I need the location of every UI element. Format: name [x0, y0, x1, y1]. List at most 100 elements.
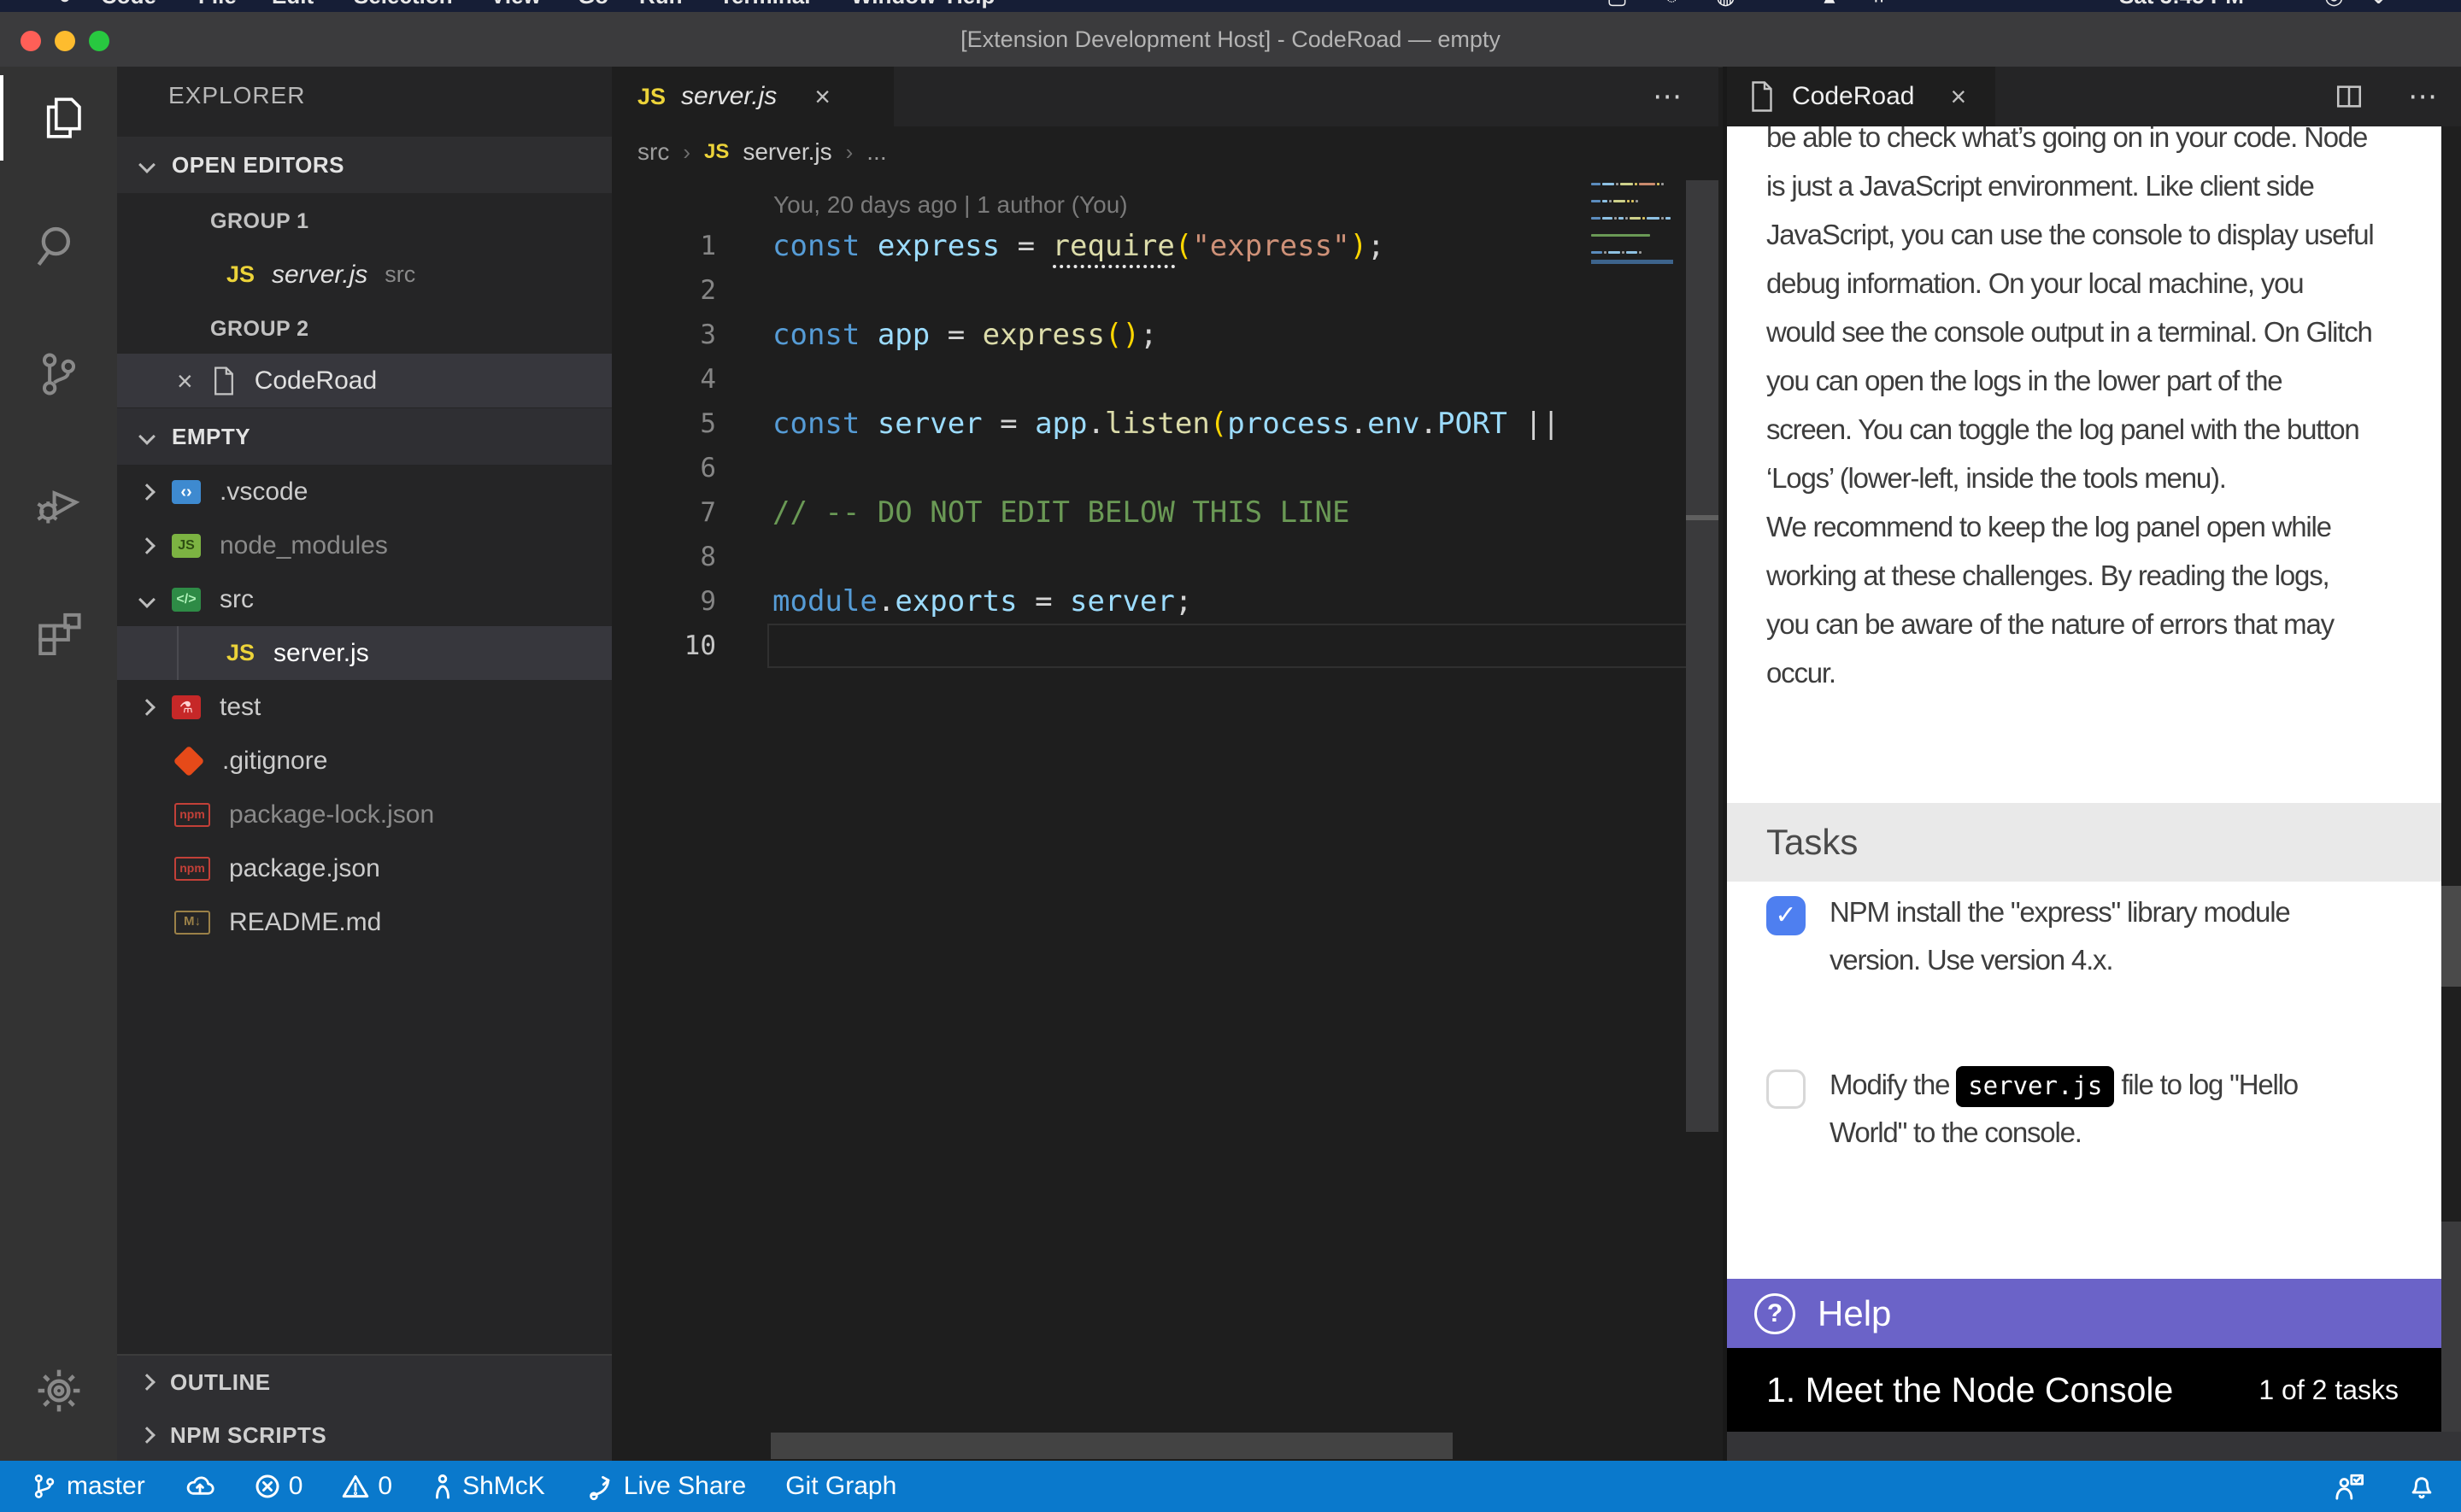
live-share-icon [584, 1472, 615, 1501]
statusbar-0[interactable]: 0 [255, 1472, 303, 1501]
menu-status-icons[interactable]: ▢◌◍⌁▴⌗ [1606, 0, 1923, 10]
statusbar-0[interactable]: 0 [342, 1472, 392, 1501]
breadcrumb-file[interactable]: server.js [743, 138, 831, 166]
open-editors-header[interactable]: OPEN EDITORS [117, 137, 612, 193]
node-file-icon: JS [172, 534, 201, 558]
menu-item-go[interactable]: Go [578, 0, 608, 9]
menu-item-apple[interactable]: ● [58, 0, 72, 9]
tree-item-node_modules[interactable]: JSnode_modules [117, 519, 612, 572]
tree-item-package-lockjson[interactable]: npmpackage-lock.json [117, 788, 612, 841]
close-tab-icon[interactable]: × [814, 83, 831, 110]
menu-item-edit[interactable]: Edit [272, 0, 314, 9]
npm-file-icon: npm [174, 803, 210, 827]
chevron-right-icon: › [846, 139, 854, 166]
menu-item-code[interactable]: Code [101, 0, 156, 9]
section-npm-scripts[interactable]: NPM SCRIPTS [117, 1409, 612, 1461]
menu-item-window[interactable]: Window [851, 0, 936, 9]
code-text: // -- DO NOT EDIT BELOW THIS LINE [772, 495, 1350, 530]
activity-source-control-icon[interactable] [0, 331, 117, 417]
breadcrumb[interactable]: src › JS server.js › ... [637, 126, 887, 178]
warning-icon [342, 1474, 369, 1499]
tree-item-serverjs[interactable]: JSserver.js [117, 626, 612, 680]
menu-item-run[interactable]: Run [639, 0, 683, 9]
statusbar-cloud-upload-icon[interactable] [185, 1474, 215, 1499]
activity-debug-icon[interactable] [0, 460, 117, 545]
menu-spotlight-icons[interactable]: ◎⌄ [2324, 0, 2413, 9]
menu-item-terminal[interactable]: Terminal [720, 0, 810, 9]
tab-server-js[interactable]: JS server.js × [612, 67, 894, 126]
code-line-9[interactable]: 9module.exports = server; [612, 579, 1718, 624]
workspace-root-header[interactable]: EMPTY [117, 408, 612, 465]
statusbar-live-share[interactable]: Live Share [584, 1472, 746, 1501]
open-editors-label: OPEN EDITORS [172, 152, 344, 179]
file-icon [212, 366, 236, 396]
minimap[interactable] [1591, 181, 1673, 318]
task-checkbox-checked[interactable]: ✓ [1766, 896, 1806, 935]
tab-coderoad[interactable]: CodeRoad × [1727, 67, 1995, 126]
code-line-5[interactable]: 5const server = app.listen(process.env.P… [612, 401, 1718, 446]
activity-gear-icon[interactable] [0, 1348, 117, 1433]
code-line-6[interactable]: 6 [612, 446, 1718, 490]
task-text: Modify the [1830, 1069, 1956, 1100]
line-number: 1 [612, 231, 716, 261]
tree-item-label: src [220, 585, 254, 614]
panel-scrollbar[interactable] [2441, 126, 2461, 1432]
section-label: OUTLINE [170, 1369, 271, 1396]
tree-item-gitignore[interactable]: .gitignore [117, 734, 612, 788]
tasks-section-header: Tasks [1727, 803, 2441, 882]
menu-items: ● Code File Edit Selection View Go Run Terminal W… [0, 0, 2461, 12]
code-line-1[interactable]: 1const express = require("express"); [612, 224, 1718, 268]
sidebar-bottom-sections: OUTLINE NPM SCRIPTS [117, 1354, 612, 1461]
js-file-icon: JS [637, 84, 666, 110]
statusbar-bell-icon[interactable] [2408, 1472, 2435, 1501]
code-area[interactable]: 1const express = require("express");23co… [612, 224, 1718, 668]
statusbar-git-graph[interactable]: Git Graph [785, 1472, 896, 1501]
tree-item-packagejson[interactable]: npmpackage.json [117, 841, 612, 895]
section-outline[interactable]: OUTLINE [117, 1356, 612, 1409]
more-actions-icon[interactable]: ⋯ [2408, 79, 2440, 114]
menu-item-selection[interactable]: Selection [354, 0, 453, 9]
open-editor-coderoad[interactable]: ×CodeRoad [117, 354, 612, 407]
code-line-7[interactable]: 7 // -- DO NOT EDIT BELOW THIS LINE [612, 490, 1718, 535]
task-checkbox-unchecked[interactable] [1766, 1070, 1806, 1109]
horizontal-scrollbar[interactable] [771, 1433, 1453, 1459]
code-line-2[interactable]: 2 [612, 268, 1718, 313]
statusbar-feedback-icon[interactable] [2333, 1472, 2365, 1501]
activity-files-icon[interactable] [0, 75, 120, 161]
tree-item-test[interactable]: ⚗test [117, 680, 612, 734]
window-title: [Extension Development Host] - CodeRoad … [0, 12, 2461, 67]
help-bar[interactable]: ? Help [1727, 1279, 2441, 1348]
statusbar-shmck[interactable]: ShMcK [432, 1472, 545, 1501]
status-bar: master 0 0 ShMcK Live Share Git Graph [0, 1461, 2461, 1512]
tree-item-READMEmd[interactable]: M↓README.md [117, 895, 612, 949]
chevron-right-icon [138, 699, 156, 716]
split-editor-icon[interactable] [2335, 82, 2364, 111]
code-line-8[interactable]: 8 [612, 535, 1718, 579]
tutorial-text-line: would see the console output in a termin… [1766, 308, 2424, 356]
menu-item-help[interactable]: Help [947, 0, 995, 9]
coderoad-webview: be able to check what’s going on in your… [1727, 126, 2441, 1432]
tree-item-vscode[interactable]: ‹›.vscode [117, 465, 612, 519]
npm-file-icon: npm [174, 857, 210, 881]
tree-item-src[interactable]: </>src [117, 572, 612, 626]
code-line-10[interactable]: 10 [612, 624, 1718, 668]
line-number: 7 [612, 497, 716, 528]
menu-item-view[interactable]: View [490, 0, 541, 9]
close-tab-icon[interactable]: × [1950, 83, 1966, 110]
code-line-4[interactable]: 4 [612, 357, 1718, 401]
person-icon [432, 1473, 454, 1500]
activity-search-icon[interactable] [0, 203, 117, 289]
code-line-3[interactable]: 3const app = express(); [612, 313, 1718, 357]
line-number: 5 [612, 408, 716, 439]
breadcrumb-more[interactable]: ... [866, 138, 886, 166]
line-number: 9 [612, 586, 716, 617]
breadcrumb-folder[interactable]: src [637, 138, 669, 166]
activity-extensions-icon[interactable] [0, 588, 117, 673]
editor-more-actions-button[interactable]: ⋯ [1653, 67, 1684, 126]
menu-item-file[interactable]: File [198, 0, 237, 9]
step-bar[interactable]: 1. Meet the Node Console 1 of 2 tasks [1727, 1348, 2441, 1432]
statusbar-master[interactable]: master [31, 1472, 145, 1501]
close-icon[interactable]: × [177, 367, 193, 395]
open-editor-server-js[interactable]: JSserver.jssrc [117, 248, 612, 302]
vertical-scrollbar[interactable] [1686, 180, 1718, 1132]
